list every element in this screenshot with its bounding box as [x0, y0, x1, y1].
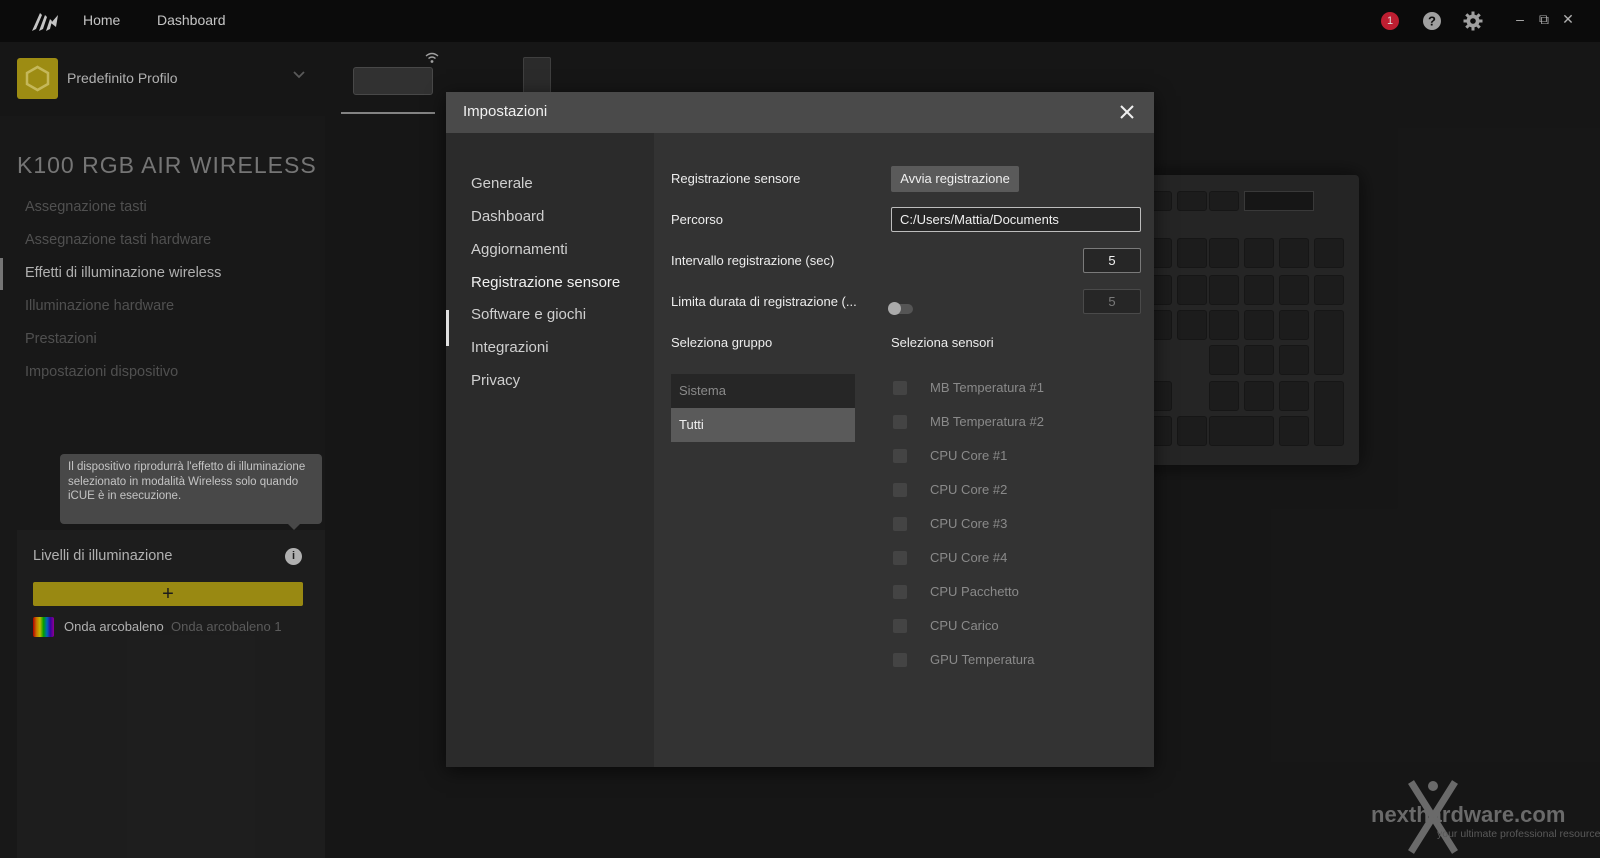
sensor-label: MB Temperatura #2: [930, 414, 1044, 429]
settings-nav: Generale Dashboard Aggiornamenti Registr…: [446, 133, 654, 767]
settings-nav-sensor-recording[interactable]: Registrazione sensore: [471, 274, 620, 291]
close-icon[interactable]: [1118, 103, 1136, 121]
limit-duration-toggle[interactable]: [888, 302, 913, 315]
interval-input[interactable]: 5: [1083, 248, 1141, 273]
watermark-tagline: your ultimate professional resource: [1437, 828, 1600, 840]
sensor-label: CPU Core #1: [930, 448, 1008, 463]
settings-nav-integrations[interactable]: Integrazioni: [471, 339, 549, 356]
settings-nav-updates[interactable]: Aggiornamenti: [471, 241, 568, 258]
sensor-checkbox[interactable]: [893, 483, 907, 497]
settings-nav-general[interactable]: Generale: [471, 175, 533, 192]
path-label: Percorso: [671, 212, 724, 227]
watermark-brand: nexthardware.com: [1371, 802, 1566, 827]
settings-nav-privacy[interactable]: Privacy: [471, 372, 520, 389]
sensor-checkbox[interactable]: [893, 415, 907, 429]
sensor-checkbox[interactable]: [893, 653, 907, 667]
sensor-checkbox[interactable]: [893, 449, 907, 463]
toggle-knob: [888, 302, 901, 315]
modal-header: Impostazioni: [446, 92, 1154, 133]
settings-nav-software-games[interactable]: Software e giochi: [471, 306, 586, 323]
sensor-recording-panel: Registrazione sensore Avvia registrazion…: [654, 133, 1154, 767]
modal-title: Impostazioni: [463, 103, 548, 120]
sensor-label: CPU Core #3: [930, 516, 1008, 531]
sensor-checkbox[interactable]: [893, 381, 907, 395]
watermark: nexthardware.com your ultimate professio…: [1371, 772, 1600, 858]
sensor-label: MB Temperatura #1: [930, 380, 1044, 395]
select-group-label: Seleziona gruppo: [671, 335, 773, 350]
interval-label: Intervallo registrazione (sec): [671, 253, 835, 268]
path-input[interactable]: [891, 207, 1141, 232]
group-item-all[interactable]: Tutti: [671, 408, 855, 442]
sensor-label: CPU Pacchetto: [930, 584, 1019, 599]
limit-duration-label: Limita durata di registrazione (...: [671, 294, 857, 309]
select-sensors-label: Seleziona sensori: [891, 335, 994, 350]
sensor-label: CPU Core #2: [930, 482, 1008, 497]
start-recording-button[interactable]: Avvia registrazione: [891, 166, 1019, 192]
settings-nav-dashboard[interactable]: Dashboard: [471, 208, 544, 225]
limit-duration-input[interactable]: 5: [1083, 289, 1141, 314]
group-item-system[interactable]: Sistema: [671, 374, 855, 408]
sensor-checkbox[interactable]: [893, 619, 907, 633]
sensor-checkbox[interactable]: [893, 585, 907, 599]
sensor-checkbox[interactable]: [893, 517, 907, 531]
settings-nav-active-indicator: [446, 310, 449, 346]
group-list: Sistema Tutti: [671, 374, 855, 442]
sensor-checkbox[interactable]: [893, 551, 907, 565]
sensor-label: GPU Temperatura: [930, 652, 1035, 667]
settings-modal: Impostazioni Generale Dashboard Aggiorna…: [446, 92, 1154, 767]
sensor-label: CPU Carico: [930, 618, 999, 633]
sensor-recording-label: Registrazione sensore: [671, 171, 801, 186]
sensor-label: CPU Core #4: [930, 550, 1008, 565]
